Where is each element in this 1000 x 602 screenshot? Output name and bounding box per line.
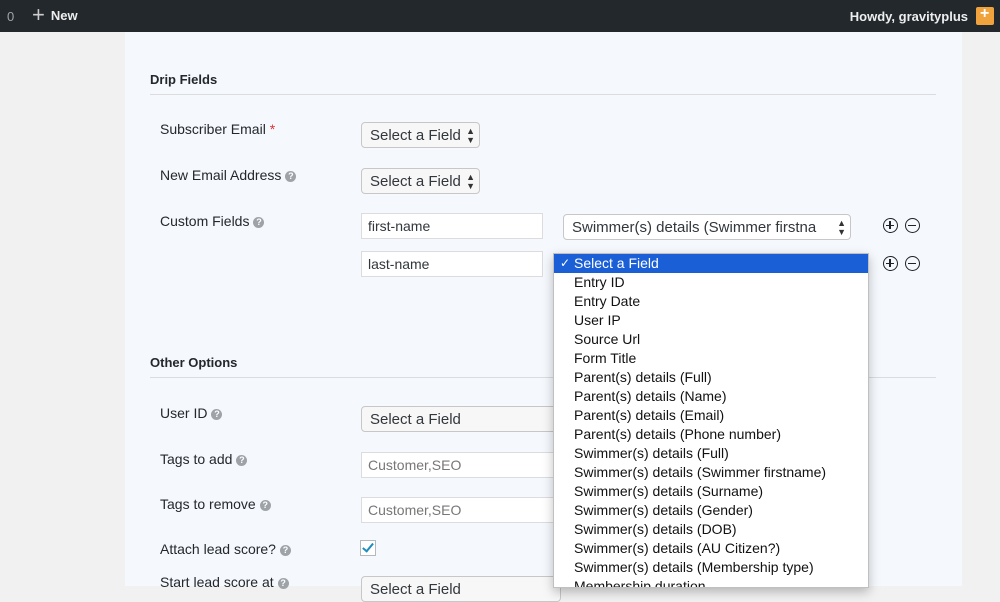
- dropdown-option[interactable]: Parent(s) details (Full): [554, 368, 868, 387]
- dropdown-option[interactable]: Entry ID: [554, 273, 868, 292]
- other-options-title: Other Options: [150, 355, 238, 370]
- dropdown-option[interactable]: Membership duration: [554, 577, 868, 587]
- user-id-select[interactable]: Select a Field: [361, 406, 561, 432]
- help-icon[interactable]: ?: [211, 409, 223, 420]
- plus-icon: +: [32, 2, 45, 27]
- select-arrows-icon: ▲ ▼: [466, 126, 475, 145]
- divider: [150, 94, 936, 95]
- dropdown-option[interactable]: Swimmer(s) details (Membership type): [554, 558, 868, 577]
- tags-to-add-label: Tags to add?: [160, 451, 248, 467]
- tags-to-remove-input[interactable]: Customer,SEO: [361, 497, 561, 523]
- start-lead-score-select[interactable]: Select a Field: [361, 576, 561, 602]
- start-lead-score-label: Start lead score at?: [160, 574, 289, 590]
- help-icon[interactable]: ?: [277, 578, 289, 589]
- help-icon[interactable]: ?: [236, 455, 248, 466]
- remove-row-icon[interactable]: [905, 256, 920, 271]
- dropdown-option[interactable]: Source Url: [554, 330, 868, 349]
- dropdown-option[interactable]: Parent(s) details (Name): [554, 387, 868, 406]
- dropdown-option[interactable]: Swimmer(s) details (Swimmer firstname): [554, 463, 868, 482]
- dropdown-option[interactable]: Swimmer(s) details (Surname): [554, 482, 868, 501]
- new-email-address-label: New Email Address?: [160, 167, 297, 183]
- dropdown-option[interactable]: Swimmer(s) details (AU Citizen?): [554, 539, 868, 558]
- help-icon[interactable]: ?: [253, 217, 265, 228]
- dropdown-option[interactable]: Swimmer(s) details (Gender): [554, 501, 868, 520]
- select-arrows-icon: ▲ ▼: [466, 172, 475, 191]
- custom-field-key-input[interactable]: last-name: [361, 251, 543, 277]
- new-content-link[interactable]: + New: [32, 2, 78, 27]
- new-email-address-select[interactable]: Select a Field ▲ ▼: [361, 168, 480, 194]
- custom-field-key-input[interactable]: first-name: [361, 213, 543, 239]
- user-id-label: User ID?: [160, 405, 223, 421]
- select-arrows-icon: ▲ ▼: [837, 218, 846, 237]
- drip-fields-title: Drip Fields: [150, 72, 218, 87]
- required-mark: *: [269, 121, 276, 137]
- attach-lead-score-checkbox[interactable]: [360, 540, 376, 556]
- howdy-user[interactable]: Howdy, gravityplus: [850, 9, 968, 24]
- checkmark-icon: ✓: [560, 256, 571, 270]
- dropdown-option[interactable]: Swimmer(s) details (Full): [554, 444, 868, 463]
- tags-to-add-input[interactable]: Customer,SEO: [361, 452, 561, 478]
- dropdown-option[interactable]: ✓ Select a Field: [554, 254, 868, 273]
- help-icon[interactable]: ?: [259, 500, 271, 511]
- dropdown-option[interactable]: Parent(s) details (Email): [554, 406, 868, 425]
- dropdown-option[interactable]: Entry Date: [554, 292, 868, 311]
- custom-fields-label: Custom Fields?: [160, 213, 265, 229]
- dropdown-option[interactable]: Parent(s) details (Phone number): [554, 425, 868, 444]
- comment-count[interactable]: 0: [7, 9, 14, 24]
- avatar[interactable]: [976, 5, 994, 25]
- attach-lead-score-label: Attach lead score??: [160, 541, 291, 557]
- add-row-icon[interactable]: [883, 218, 898, 233]
- dropdown-option[interactable]: Swimmer(s) details (DOB): [554, 520, 868, 539]
- subscriber-email-label: Subscriber Email *: [160, 121, 276, 137]
- new-label: New: [50, 7, 78, 23]
- admin-bar: 0 + New Howdy, gravityplus: [0, 0, 1000, 32]
- field-dropdown-list[interactable]: ✓ Select a Field Entry ID Entry Date User IP…: [553, 253, 869, 588]
- custom-field-value-select[interactable]: Swimmer(s) details (Swimmer firstna ▲ ▼: [563, 214, 851, 240]
- tags-to-remove-label: Tags to remove?: [160, 496, 271, 512]
- dropdown-option[interactable]: Form Title: [554, 349, 868, 368]
- help-icon[interactable]: ?: [279, 545, 291, 556]
- add-row-icon[interactable]: [883, 256, 898, 271]
- subscriber-email-select[interactable]: Select a Field ▲ ▼: [361, 122, 480, 148]
- help-icon[interactable]: ?: [285, 171, 297, 182]
- dropdown-option[interactable]: User IP: [554, 311, 868, 330]
- remove-row-icon[interactable]: [905, 218, 920, 233]
